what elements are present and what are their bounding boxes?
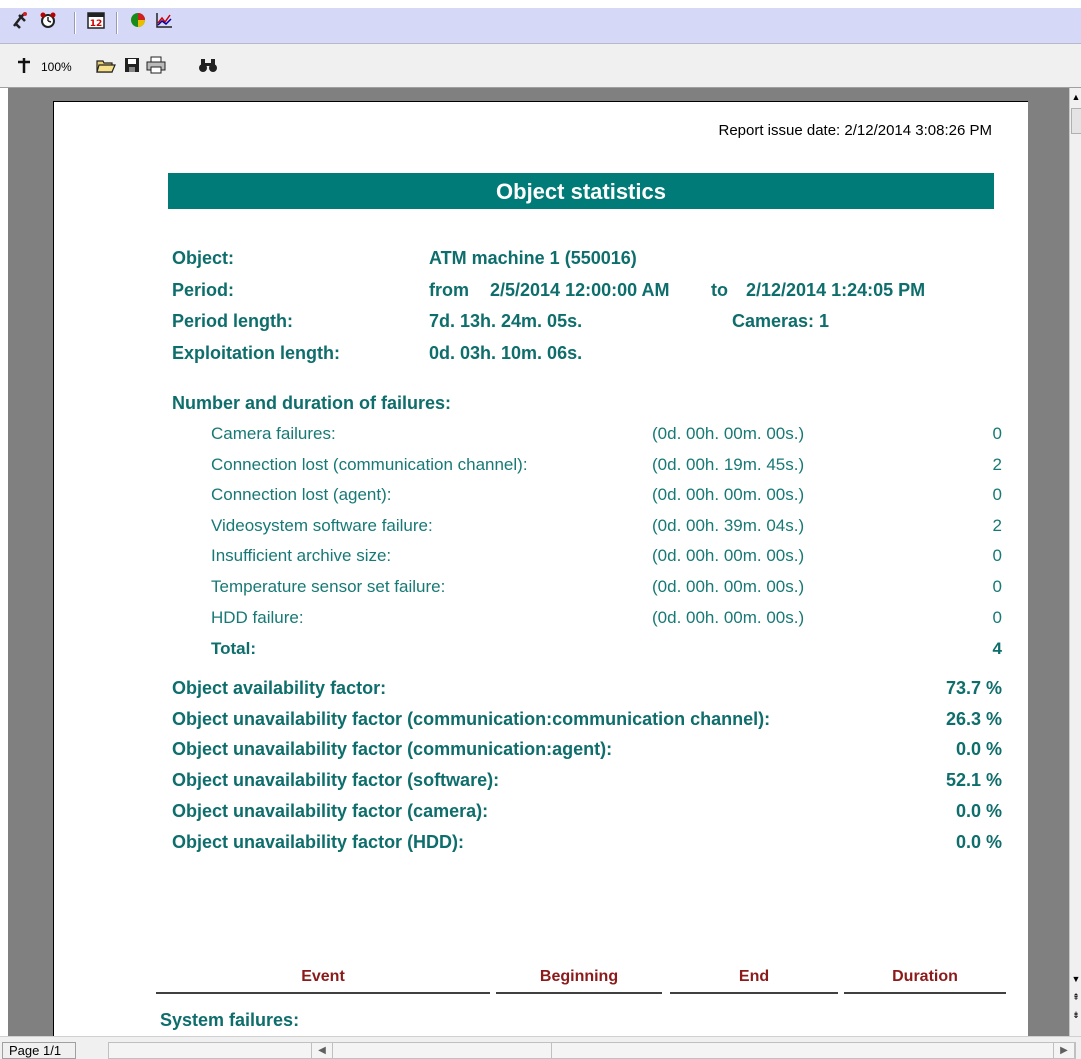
failure-duration: (0d. 00h. 00m. 00s.) <box>652 546 805 565</box>
horizontal-scrollbar[interactable]: ◀ ▶ <box>108 1042 1076 1059</box>
report-issue-date: Report issue date: 2/12/2014 3:08:26 PM <box>718 122 992 139</box>
total-label: Total: <box>211 639 257 658</box>
column-divider <box>670 992 838 994</box>
failure-count: 0 <box>992 485 1002 504</box>
failure-count: 0 <box>992 546 1002 565</box>
failure-label: HDD failure: <box>211 608 304 627</box>
failure-count: 0 <box>992 608 1002 627</box>
scroll-up-icon[interactable]: ▲ <box>1070 90 1081 104</box>
toolbar-separator <box>74 12 76 34</box>
report-title: Object statistics <box>496 179 666 204</box>
failure-duration: (0d. 00h. 00m. 00s.) <box>652 485 805 504</box>
period-length-value: 7d. 13h. 24m. 05s. <box>429 311 583 331</box>
factor-value: 52.1 % <box>945 770 1002 790</box>
page-indicator: Page 1/1 <box>2 1042 76 1059</box>
scroll-right-icon[interactable]: ▶ <box>1053 1043 1075 1058</box>
column-header-beginning: Beginning <box>539 968 619 985</box>
page-down-icon[interactable]: ⇟ <box>1070 1008 1081 1022</box>
failure-label: Camera failures: <box>211 424 336 443</box>
report-title-bar: Object statistics <box>168 173 994 209</box>
calendar-icon[interactable]: 12 <box>86 11 106 31</box>
save-icon[interactable] <box>122 56 142 76</box>
failure-count: 0 <box>992 577 1002 596</box>
status-bar: Page 1/1 ◀ ▶ <box>0 1036 1081 1059</box>
column-divider <box>156 992 490 994</box>
factor-label: Object unavailability factor (software): <box>172 770 500 790</box>
zoom-level[interactable]: 100% <box>41 60 72 74</box>
object-value: ATM machine 1 (550016) <box>429 248 637 268</box>
viewer-toolbar: 100% <box>0 44 1081 88</box>
report-page: Report issue date: 2/12/2014 3:08:26 PM … <box>53 101 1028 1037</box>
vertical-scrollbar[interactable]: ▲ ▼ ⇞ ⇟ <box>1069 88 1081 1036</box>
failure-duration: (0d. 00h. 19m. 45s.) <box>652 455 805 474</box>
period-start: 2/5/2014 12:00:00 AM <box>490 280 670 300</box>
period-length-label: Period length: <box>172 311 293 331</box>
failure-count: 2 <box>992 516 1002 535</box>
failure-duration: (0d. 00h. 00m. 00s.) <box>652 577 805 596</box>
scroll-thumb[interactable] <box>333 1043 552 1058</box>
period-to: to <box>711 280 728 300</box>
column-divider <box>844 992 1006 994</box>
main-toolbar: 12 <box>0 0 1081 44</box>
pie-chart-icon[interactable] <box>128 11 148 31</box>
zoom-icon[interactable] <box>14 56 34 76</box>
factor-label: Object availability factor: <box>172 678 387 698</box>
open-folder-icon[interactable] <box>96 56 116 76</box>
failure-label: Connection lost (communication channel): <box>211 455 528 474</box>
system-failures-heading: System failures: <box>160 1010 300 1030</box>
failure-duration: (0d. 00h. 00m. 00s.) <box>652 424 805 443</box>
factor-value: 0.0 % <box>955 832 1002 852</box>
factor-label: Object unavailability factor (communicat… <box>172 739 613 759</box>
column-divider <box>496 992 662 994</box>
object-label: Object: <box>172 248 235 268</box>
scroll-down-icon[interactable]: ▼ <box>1070 972 1081 986</box>
factor-label: Object unavailability factor (HDD): <box>172 832 465 852</box>
factor-value: 26.3 % <box>945 709 1002 729</box>
tools-icon[interactable] <box>10 11 30 31</box>
failure-label: Videosystem software failure: <box>211 516 433 535</box>
failure-label: Connection lost (agent): <box>211 485 392 504</box>
factor-value: 0.0 % <box>955 801 1002 821</box>
period-from: from <box>429 280 469 300</box>
factor-label: Object unavailability factor (communicat… <box>172 709 771 729</box>
column-header-end: End <box>738 968 770 985</box>
exploitation-value: 0d. 03h. 10m. 06s. <box>429 343 583 363</box>
factor-value: 0.0 % <box>955 739 1002 759</box>
period-end: 2/12/2014 1:24:05 PM <box>746 280 926 300</box>
cameras-count: Cameras: 1 <box>732 311 830 331</box>
toolbar-separator <box>116 12 118 34</box>
scroll-left-icon[interactable]: ◀ <box>311 1043 333 1058</box>
failure-duration: (0d. 00h. 00m. 00s.) <box>652 608 805 627</box>
total-value: 4 <box>992 639 1002 658</box>
find-icon[interactable] <box>198 56 218 76</box>
failure-label: Insufficient archive size: <box>211 546 392 565</box>
exploitation-label: Exploitation length: <box>172 343 340 363</box>
print-icon[interactable] <box>146 56 166 76</box>
alarm-clock-icon[interactable] <box>38 11 58 31</box>
page-up-icon[interactable]: ⇞ <box>1070 990 1081 1004</box>
period-label: Period: <box>172 280 235 300</box>
line-chart-icon[interactable] <box>154 11 174 31</box>
failure-count: 0 <box>992 424 1002 443</box>
failures-heading: Number and duration of failures: <box>172 393 452 413</box>
failure-count: 2 <box>992 455 1002 474</box>
factor-value: 73.7 % <box>945 678 1002 698</box>
failure-duration: (0d. 00h. 39m. 04s.) <box>652 516 805 535</box>
column-header-event: Event <box>301 968 345 985</box>
factor-label: Object unavailability factor (camera): <box>172 801 489 821</box>
svg-text:12: 12 <box>90 19 103 29</box>
column-header-duration: Duration <box>892 968 958 985</box>
scroll-thumb[interactable] <box>1071 108 1081 134</box>
failure-label: Temperature sensor set failure: <box>211 577 446 596</box>
